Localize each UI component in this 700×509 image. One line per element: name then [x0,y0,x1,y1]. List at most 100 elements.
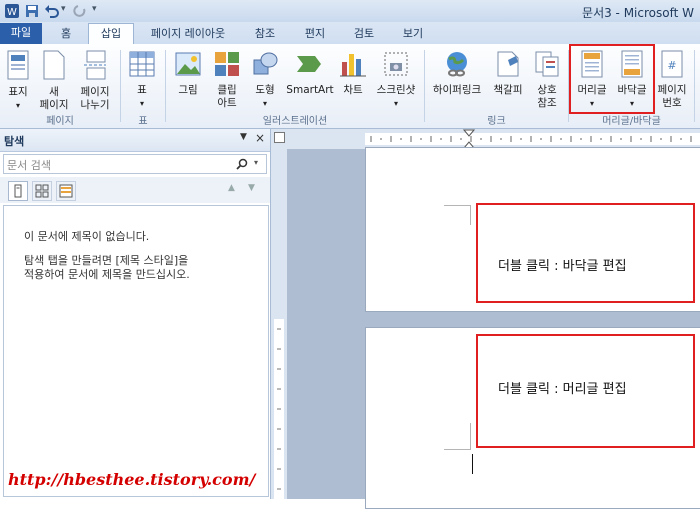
pane-options-icon[interactable]: ▼ [240,132,247,142]
tab-selector[interactable] [274,132,285,143]
save-icon[interactable] [24,3,40,19]
clip-art-icon [215,52,239,76]
shapes-label: 도형 [255,84,275,96]
svg-text:#: # [667,59,676,72]
customize-qat-icon[interactable]: ▾ [92,4,97,14]
page-2[interactable]: 더블 클릭 : 머리글 편집 [365,327,700,509]
page-number-button[interactable]: # 페이지 번호 [654,50,690,110]
tab-results[interactable] [56,181,76,201]
close-icon[interactable]: × [255,131,265,145]
table-label: 표 [137,84,147,96]
page-break-label: 페이지 나누기 [80,86,110,111]
blank-page-button[interactable]: 새 페이지 [36,50,72,112]
indent-marker-icon[interactable] [463,129,475,149]
headings-hint-line2: 적용하여 문서에 제목을 만드십시오. [24,268,190,281]
smartart-label: SmartArt [286,84,334,96]
table-dropdown-icon: ▾ [139,99,144,108]
pages-thumbnails-icon [35,184,49,198]
watermark-url: http://hbesthee.tistory.com/ [8,470,256,489]
next-arrow-icon[interactable]: ▼ [248,183,255,193]
screenshot-button[interactable]: 스크린샷 ▾ [372,50,420,110]
margin-corner-mark [444,423,471,450]
navigation-pane-header: 탐색 ▼ × [0,129,270,152]
table-icon [129,51,155,77]
document-search-input[interactable]: 문서 검색 ▾ [3,154,267,174]
clip-art-label: 클립 아트 [217,84,237,109]
smartart-button[interactable]: SmartArt [285,50,335,97]
previous-arrow-icon[interactable]: ▲ [228,183,235,193]
margin-corner-mark [444,205,470,232]
cross-reference-label: 상호 참조 [537,84,557,109]
clip-art-button[interactable]: 클립 아트 [209,50,245,110]
undo-icon[interactable] [44,3,60,19]
footer-edit-area[interactable]: 더블 클릭 : 바닥글 편집 [476,203,695,303]
blank-page-icon [43,50,65,80]
tab-references[interactable]: 참조 [243,24,287,44]
shapes-button[interactable]: 도형 ▾ [248,50,282,110]
cover-page-dropdown-icon: ▾ [15,101,20,110]
shapes-dropdown-icon: ▾ [262,99,267,108]
navigation-pane-title: 탐색 [4,135,25,148]
search-options-dropdown-icon[interactable]: ▾ [254,158,258,167]
undo-dropdown-icon[interactable]: ▾ [61,4,66,14]
tab-page-layout[interactable]: 페이지 레이아웃 [138,24,238,44]
ribbon: 표지 ▾ 새 페이지 페이지 나누기 페이지 표 ▾ 표 그림 클립 아트 도형… [0,44,700,129]
cross-reference-button[interactable]: 상호 참조 [530,50,564,110]
document-area[interactable]: 더블 클릭 : 바닥글 편집 더블 클릭 : 머리글 편집 [287,147,700,509]
search-placeholder: 문서 검색 [7,159,51,172]
tab-insert[interactable]: 삽입 [88,23,134,45]
tab-headings[interactable] [8,181,28,201]
screenshot-dropdown-icon: ▾ [393,99,398,108]
screenshot-label: 스크린샷 [376,84,416,96]
tab-view[interactable]: 보기 [391,24,435,44]
search-icon[interactable] [236,158,248,170]
navigation-pane-content: 이 문서에 제목이 없습니다. 탐색 탭을 만들려면 [제목 스타일]을 적용하… [3,205,269,497]
word-app-icon[interactable]: W [4,3,20,19]
page-break-button[interactable]: 페이지 나누기 [75,50,115,112]
screenshot-icon [384,52,408,76]
window-title: 문서3 - Microsoft W [582,6,694,20]
cover-page-label: 표지 [8,86,28,98]
group-tables-label: 표 [138,116,148,127]
bookmark-label: 책갈피 [493,84,523,96]
header-footer-highlight [569,44,655,114]
vertical-ruler[interactable] [271,129,288,499]
bookmark-button[interactable]: 책갈피 [489,50,527,97]
search-results-icon [59,184,73,198]
page-break-icon [84,50,106,80]
hyperlink-button[interactable]: 하이퍼링크 [428,50,486,97]
svg-text:W: W [7,7,17,18]
chart-button[interactable]: 차트 [336,50,370,97]
table-button[interactable]: 표 ▾ [125,50,159,110]
headings-icon [14,184,22,198]
hyperlink-icon [447,52,467,77]
picture-label: 그림 [178,84,198,96]
cross-reference-icon [535,51,559,77]
tab-mailings[interactable]: 편지 [293,24,337,44]
tab-pages[interactable] [32,181,52,201]
navigation-tabs: ▲ ▼ [0,177,270,203]
shapes-icon [253,52,278,75]
tab-file[interactable]: 파일 [0,23,42,44]
smartart-icon [297,56,321,72]
ribbon-tabs: 파일 홈 삽입 페이지 레이아웃 참조 편지 검토 보기 [0,22,700,45]
tab-home[interactable]: 홈 [48,24,84,44]
page-1[interactable]: 더블 클릭 : 바닥글 편집 [365,147,700,312]
chart-label: 차트 [343,84,363,96]
header-edit-hint: 더블 클릭 : 머리글 편집 [498,382,627,397]
cover-page-button[interactable]: 표지 ▾ [2,50,34,112]
group-header-footer-label: 머리글/바닥글 [602,116,661,127]
header-edit-area[interactable]: 더블 클릭 : 머리글 편집 [476,334,695,448]
horizontal-ruler-ticks [365,133,700,145]
redo-icon[interactable] [72,3,88,19]
chart-icon [340,54,366,77]
page-number-icon: # [661,50,683,78]
bookmark-icon [497,51,519,77]
cover-page-icon [7,50,29,80]
tab-review[interactable]: 검토 [342,24,386,44]
group-links-label: 링크 [487,116,506,127]
navigation-pane: 탐색 ▼ × 문서 검색 ▾ ▲ ▼ 이 문서에 제목이 없습니다. 탐색 탭을… [0,129,271,499]
page-number-label: 페이지 번호 [657,84,687,109]
title-bar: W ▾ ▾ 문서3 - Microsoft W [0,0,700,23]
picture-button[interactable]: 그림 [171,50,205,97]
